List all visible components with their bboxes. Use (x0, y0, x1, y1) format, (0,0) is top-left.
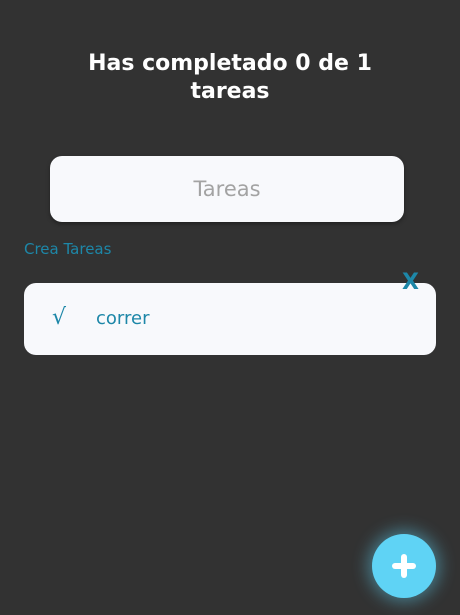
add-task-button[interactable] (372, 534, 436, 598)
task-input[interactable] (50, 156, 404, 222)
delete-icon[interactable]: X (402, 270, 419, 296)
check-icon[interactable]: √ (52, 305, 66, 331)
page-title: Has completado 0 de 1 tareas (88, 51, 372, 104)
plus-icon (392, 554, 416, 578)
task-card (24, 283, 436, 355)
create-tasks-label: Crea Tareas (24, 240, 112, 258)
task-text: correr (96, 308, 150, 329)
